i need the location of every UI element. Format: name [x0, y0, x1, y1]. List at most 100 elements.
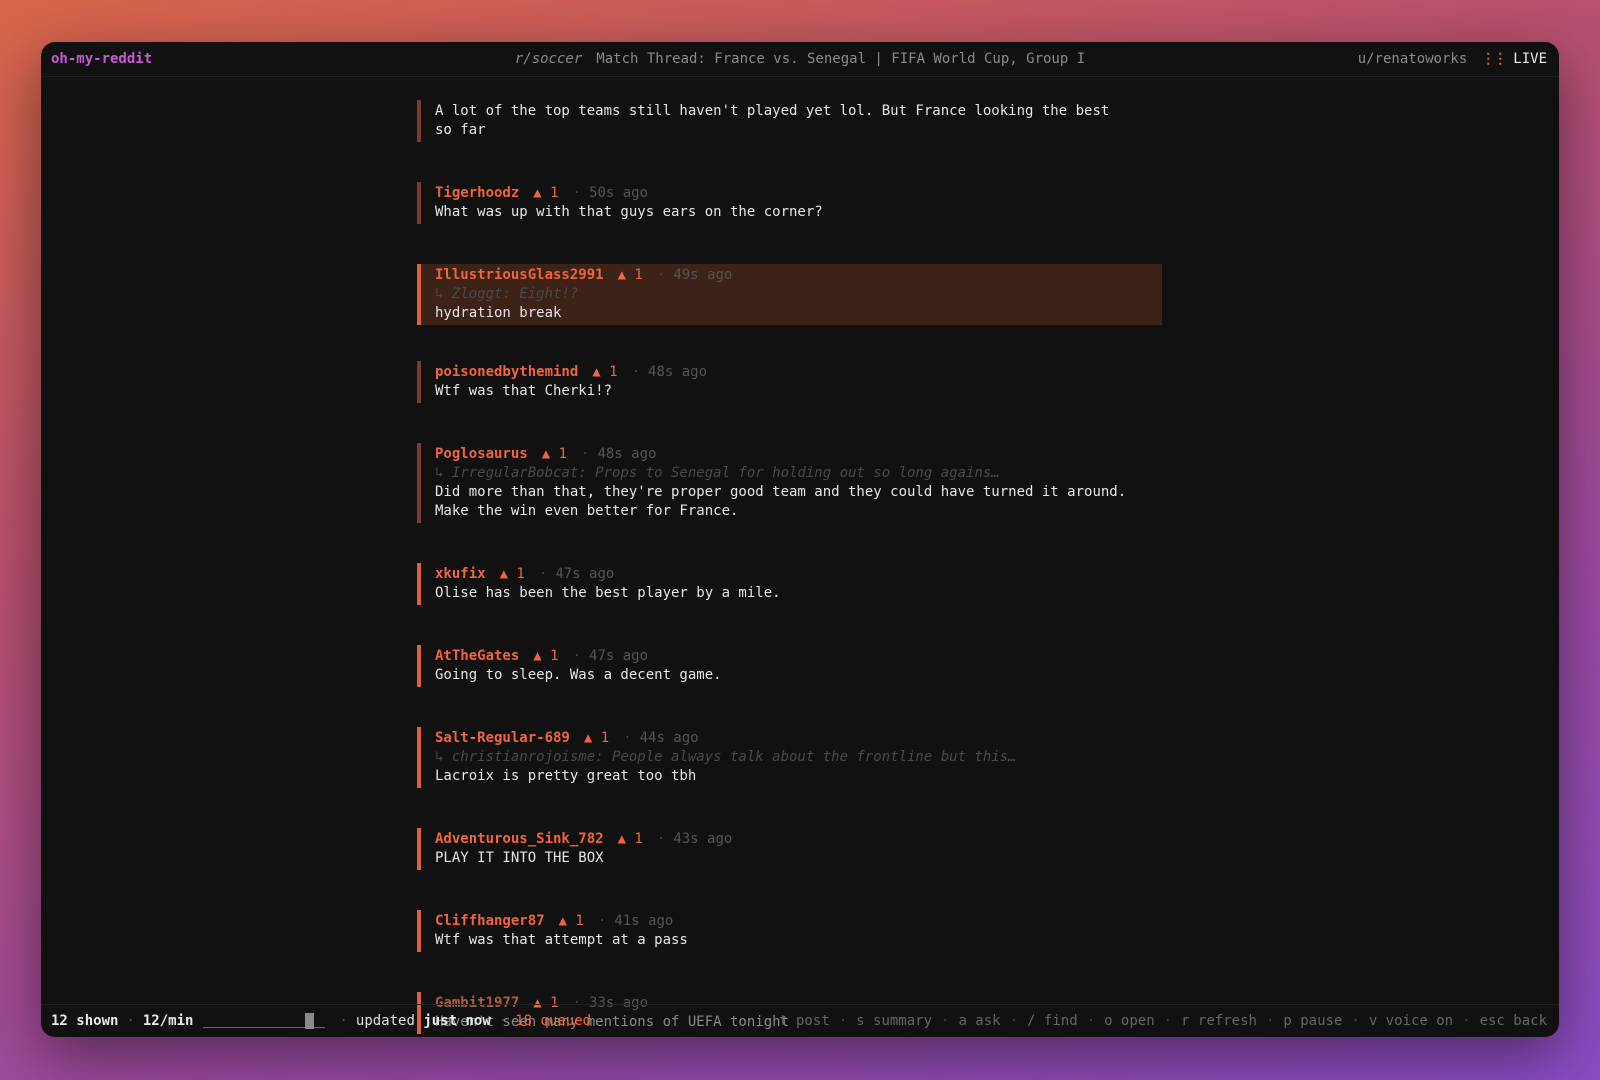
comment-age: 41s ago: [614, 913, 674, 929]
comment-body: Olise has been the best player by a mile…: [435, 585, 781, 601]
shortcut-back[interactable]: esc back: [1480, 1013, 1547, 1029]
separator: ·: [581, 446, 590, 462]
comment-feed[interactable]: A lot of the top teams still haven't pla…: [417, 100, 1162, 1037]
top-bar: oh-my-reddit r/soccer Match Thread: Franc…: [41, 42, 1559, 77]
separator: ·: [498, 1013, 508, 1029]
queued-count[interactable]: 18 queued: [515, 1013, 591, 1029]
comment-author[interactable]: Adventurous_Sink_782: [435, 831, 604, 847]
comment-age: 44s ago: [639, 730, 699, 746]
shortcut-open[interactable]: o open: [1104, 1013, 1155, 1029]
comment-header: Salt-Regular-689 ▲ 1 · 44s ago: [435, 729, 1162, 748]
comment-header: Poglosaurus ▲ 1 · 48s ago: [435, 445, 1162, 464]
comment-age: 49s ago: [673, 267, 733, 283]
comment-item[interactable]: Tigerhoodz ▲ 1 · 50s ago What was up with t…: [417, 182, 1162, 224]
shortcut-pause[interactable]: p pause: [1283, 1013, 1342, 1029]
shortcut-post[interactable]: t post: [779, 1013, 830, 1029]
comment-item[interactable]: A lot of the top teams still haven't pla…: [417, 100, 1162, 142]
comment-body: hydration break: [435, 305, 562, 321]
progress-knob: [305, 1013, 315, 1029]
comment-item[interactable]: Adventurous_Sink_782 ▲ 1 · 43s ago PLAY IT …: [417, 828, 1162, 870]
shortcut-find[interactable]: / find: [1027, 1013, 1078, 1029]
comment-item[interactable]: xkufix ▲ 1 · 47s ago Olise has been the bes…: [417, 563, 1162, 605]
reply-context: ↳ christianrojoisme: People always talk …: [435, 749, 1017, 765]
shortcut-ask[interactable]: a ask: [958, 1013, 1000, 1029]
comment-header: poisonedbythemind ▲ 1 · 48s ago: [435, 363, 1162, 382]
upvote-count: ▲ 1: [558, 913, 584, 929]
comment-header: Cliffhanger87 ▲ 1 · 41s ago: [435, 912, 1162, 931]
separator: ·: [538, 566, 548, 582]
shortcut-hints: t post · s summary · a ask · / find · o open · r r…: [779, 1013, 1547, 1029]
separator: ·: [572, 648, 582, 664]
reply-context: ↳ IrregularBobcat: Props to Senegal for …: [435, 465, 1000, 481]
upvote-count: ▲ 1: [583, 730, 610, 746]
comment-item[interactable]: poisonedbythemind ▲ 1 · 48s ago Wtf was tha…: [417, 361, 1162, 403]
separator: ·: [631, 364, 641, 380]
comment-body: Did more than that, they're proper good …: [435, 484, 1127, 519]
activity-progress-bar: [203, 1013, 326, 1029]
comment-body: Going to sleep. Was a decent game.: [435, 667, 722, 683]
separator: ·: [126, 1013, 135, 1029]
comment-header: Adventurous_Sink_782 ▲ 1 · 43s ago: [435, 830, 1162, 849]
separator: ·: [656, 831, 666, 847]
comment-age: 48s ago: [597, 446, 657, 462]
comment-body: Wtf was that attempt at a pass: [435, 932, 688, 948]
comment-author[interactable]: Poglosaurus: [435, 446, 528, 462]
status-left: 12 shown · 12/min · updated just now · 18 queu…: [51, 1005, 591, 1037]
comment-header: AtTheGates ▲ 1 · 47s ago: [435, 647, 1162, 666]
live-indicator-icon: ⋮⋮: [1481, 51, 1507, 67]
reply-context: ↳ Zloggt: Eight!?: [435, 286, 579, 302]
comment-item[interactable]: Cliffhanger87 ▲ 1 · 41s ago Wtf was that at…: [417, 910, 1162, 952]
separator: ·: [623, 730, 632, 746]
comment-age: 48s ago: [648, 364, 708, 380]
upvote-count: ▲ 1: [541, 446, 568, 462]
comment-item-selected[interactable]: IllustriousGlass2991 ▲ 1 · 49s ago ↳ Zloggt…: [417, 264, 1162, 325]
thread-title: Match Thread: France vs. Senegal | FIFA …: [596, 51, 1086, 67]
comment-header: IllustriousGlass2991 ▲ 1 · 49s ago: [435, 266, 1162, 285]
live-label: LIVE: [1513, 51, 1547, 67]
comment-age: 47s ago: [589, 648, 649, 664]
updated-value: just now: [423, 1013, 491, 1029]
comment-age: 43s ago: [673, 831, 733, 847]
subreddit-label[interactable]: r/soccer: [515, 51, 582, 67]
user-area: u/renatoworks ⋮⋮ LIVE: [1358, 42, 1547, 76]
shortcut-refresh[interactable]: r refresh: [1181, 1013, 1257, 1029]
terminal-window: oh-my-reddit r/soccer Match Thread: Franc…: [41, 42, 1559, 1037]
upvote-count: ▲ 1: [617, 267, 643, 283]
comment-author[interactable]: IllustriousGlass2991: [435, 267, 604, 283]
upvote-count: ▲ 1: [617, 831, 643, 847]
separator: ·: [572, 185, 582, 201]
thread-header: r/soccer Match Thread: France vs. Senegal…: [41, 42, 1559, 76]
upvote-count: ▲ 1: [533, 648, 559, 664]
comment-body: Lacroix is pretty great too tbh: [435, 768, 697, 784]
shortcut-voice[interactable]: v voice on: [1369, 1013, 1453, 1029]
rate-indicator: 12/min: [142, 1013, 194, 1029]
comment-age: 50s ago: [589, 185, 649, 201]
separator: ·: [656, 267, 666, 283]
comment-item[interactable]: AtTheGates ▲ 1 · 47s ago Going to sleep. Wa…: [417, 645, 1162, 687]
upvote-count: ▲ 1: [592, 364, 618, 380]
updated-label: updated: [355, 1013, 415, 1029]
upvote-count: ▲ 1: [533, 185, 559, 201]
comment-author[interactable]: Salt-Regular-689: [435, 730, 570, 746]
shortcut-summary[interactable]: s summary: [856, 1013, 932, 1029]
comment-author[interactable]: Cliffhanger87: [435, 913, 545, 929]
comment-body: A lot of the top teams still haven't pla…: [435, 103, 1110, 138]
comment-body: What was up with that guys ears on the c…: [435, 204, 823, 220]
comment-author[interactable]: Tigerhoodz: [435, 185, 519, 201]
comment-age: 47s ago: [555, 566, 615, 582]
comment-author[interactable]: xkufix: [435, 566, 486, 582]
comment-body: PLAY IT INTO THE BOX: [435, 850, 604, 866]
status-bar: 12 shown · 12/min · updated just now · 18 queu…: [41, 1004, 1559, 1037]
upvote-count: ▲ 1: [499, 566, 525, 582]
comment-header: xkufix ▲ 1 · 47s ago: [435, 565, 1162, 584]
username[interactable]: u/renatoworks: [1358, 51, 1468, 67]
separator: ·: [339, 1013, 348, 1029]
comment-header: Tigerhoodz ▲ 1 · 50s ago: [435, 184, 1162, 203]
comment-body: Wtf was that Cherki!?: [435, 383, 613, 399]
comment-author[interactable]: poisonedbythemind: [435, 364, 578, 380]
comment-author[interactable]: AtTheGates: [435, 648, 519, 664]
comment-item[interactable]: Salt-Regular-689 ▲ 1 · 44s ago ↳ christianr…: [417, 727, 1162, 788]
separator: ·: [597, 913, 607, 929]
shown-count: 12 shown: [51, 1013, 119, 1029]
comment-item[interactable]: Poglosaurus ▲ 1 · 48s ago ↳ IrregularBobcat…: [417, 443, 1162, 523]
